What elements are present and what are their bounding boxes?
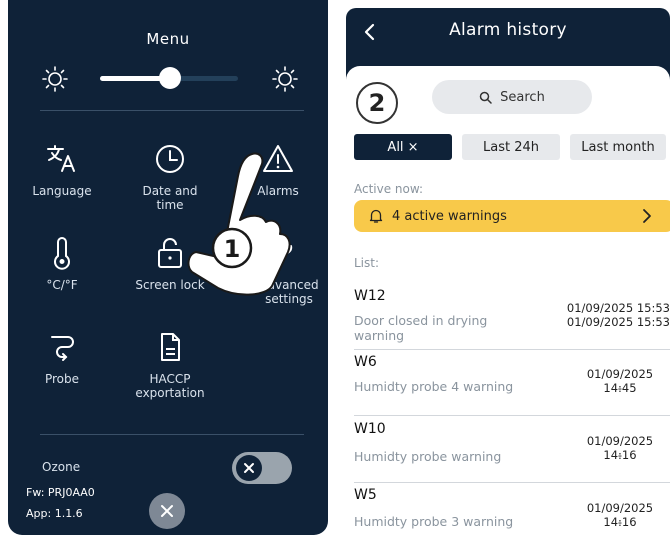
alarm-code: W12 [354,288,386,304]
ozone-toggle[interactable] [232,452,292,484]
translate-icon [47,145,75,172]
alarm-row[interactable]: W10 Humidty probe warning 01/09/2025 14:… [354,421,670,483]
chevron-right-icon [643,209,651,223]
alarm-code: W5 [354,487,377,503]
document-icon [161,333,180,361]
brightness-fill [100,76,163,81]
tile-language[interactable]: Language [14,142,110,198]
alarm-end-time: - [617,448,623,462]
search-button[interactable]: Search [432,80,592,114]
toggle-knob [236,455,262,481]
alarm-start-time: 01/09/2025 15:53 [566,301,670,315]
alarm-code: W6 [354,354,377,370]
filter-all[interactable]: All × [354,134,452,160]
search-icon [479,91,492,104]
alarm-history-panel: Alarm history 2 Search All × Last 24h La… [346,8,670,535]
alarm-description: Humidty probe 4 warning [354,379,514,394]
brightness-high-icon[interactable] [272,66,298,92]
alarm-row[interactable]: W6 Humidty probe 4 warning 01/09/2025 14… [354,354,670,416]
search-label: Search [500,89,545,105]
menu-title: Menu [146,30,190,48]
step-marker-1: 1 [224,235,241,263]
alarm-description-cont: warning [354,328,405,343]
tile-label: HACCP exportation [135,372,205,400]
ozone-label: Ozone [42,460,81,474]
tile-label: °C/°F [46,278,78,292]
alarm-row[interactable]: W12 Door closed in drying warning 01/09/… [354,288,670,350]
active-warnings-banner[interactable]: 4 active warnings [354,200,670,232]
bell-icon [369,209,383,223]
alarm-end-time: - [617,515,623,529]
alarm-end-time: 01/09/2025 15:53 [566,315,670,329]
step-marker-2: 2 [356,82,398,124]
divider [40,110,304,111]
alarm-description: Door closed in drying [354,313,488,328]
alarm-description: Humidty probe warning [354,449,502,464]
close-icon [161,505,173,517]
alarm-row[interactable]: W5 Humidty probe 3 warning 01/09/2025 14… [354,487,670,535]
brightness-low-icon[interactable] [42,66,68,92]
close-menu-button[interactable] [149,493,185,529]
filter-last-month[interactable]: Last month [570,134,666,160]
tile-label: Probe [44,372,80,386]
alarm-description: Humidty probe 3 warning [354,514,514,529]
tile-haccp-exportation[interactable]: HACCP exportation [122,330,218,400]
app-version: App: 1.1.6 [26,507,83,520]
alarm-end-time: - [617,381,623,395]
brightness-slider-knob[interactable] [159,67,182,89]
probe-icon [51,336,74,361]
tile-label: Language [32,184,92,198]
divider [40,434,304,435]
alarm-code: W10 [354,421,386,437]
tile-temperature-unit[interactable]: °C/°F [14,236,110,292]
thermometer-icon [54,237,70,270]
page-title: Alarm history [449,20,567,40]
active-warnings-text: 4 active warnings [392,208,507,224]
list-label: List: [354,256,380,270]
filter-last-24h[interactable]: Last 24h [462,134,560,160]
close-icon [244,463,254,473]
tile-probe[interactable]: Probe [14,330,110,386]
active-now-label: Active now: [354,182,424,196]
firmware-version: Fw: PRJ0AA0 [26,486,95,499]
pointing-hand-icon: 1 [187,152,291,296]
